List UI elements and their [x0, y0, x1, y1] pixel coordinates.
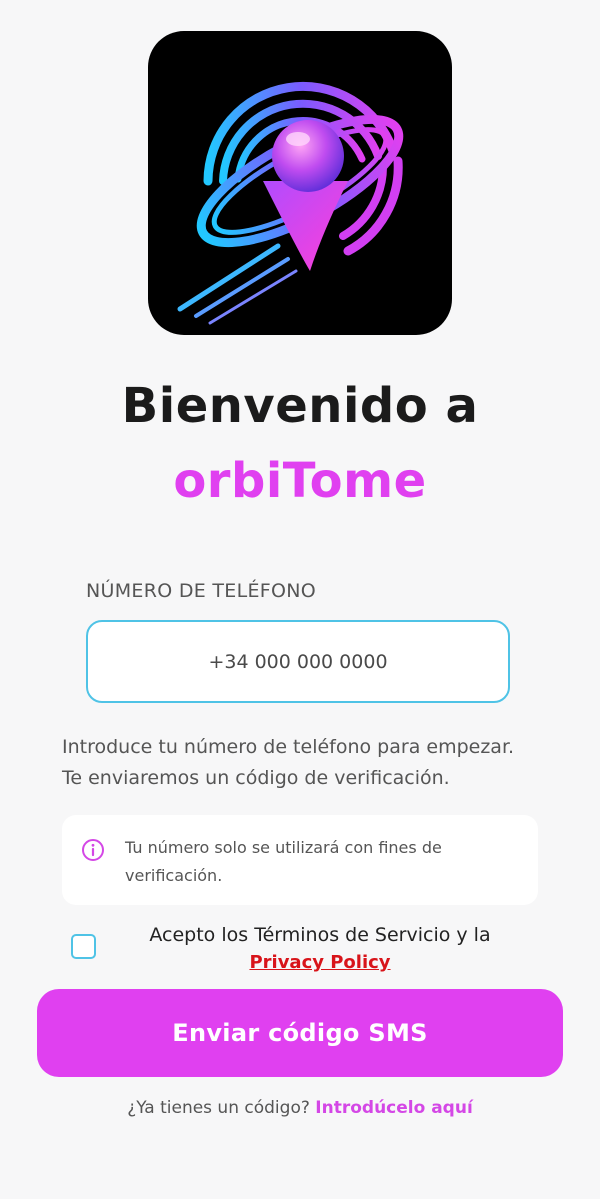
terms-label: Acepto los Términos de Servicio y la: [149, 924, 491, 946]
phone-input-container[interactable]: [86, 620, 510, 703]
phone-number-label: NÚMERO DE TELÉFONO: [86, 580, 317, 602]
app-logo: [148, 31, 452, 335]
footer: ¿Ya tienes un código? Introdúcelo aquí: [0, 1098, 600, 1118]
terms-checkbox[interactable]: [71, 934, 96, 959]
info-circle-icon: [82, 839, 104, 861]
terms-text: Acepto los Términos de Servicio y la Pri…: [110, 922, 530, 976]
brand-name: orbiTome: [173, 453, 427, 509]
orbit-location-pin-icon: [177, 81, 404, 325]
privacy-policy-link[interactable]: Privacy Policy: [110, 949, 530, 976]
enter-code-link[interactable]: Introdúcelo aquí: [315, 1098, 473, 1118]
helper-line-1: Introduce tu número de teléfono para emp…: [62, 736, 515, 758]
welcome-title: Bienvenido a: [121, 378, 479, 434]
send-sms-code-button[interactable]: Enviar código SMS: [37, 989, 563, 1077]
info-notice-text: Tu número solo se utilizará con fines de…: [125, 838, 442, 885]
info-notice: Tu número solo se utilizará con fines de…: [62, 815, 538, 905]
footer-question: ¿Ya tienes un código?: [127, 1098, 310, 1118]
helper-line-2: Te enviaremos un código de verificación.: [62, 767, 450, 789]
phone-number-input[interactable]: [88, 622, 508, 701]
helper-text: Introduce tu número de teléfono para emp…: [62, 732, 562, 794]
